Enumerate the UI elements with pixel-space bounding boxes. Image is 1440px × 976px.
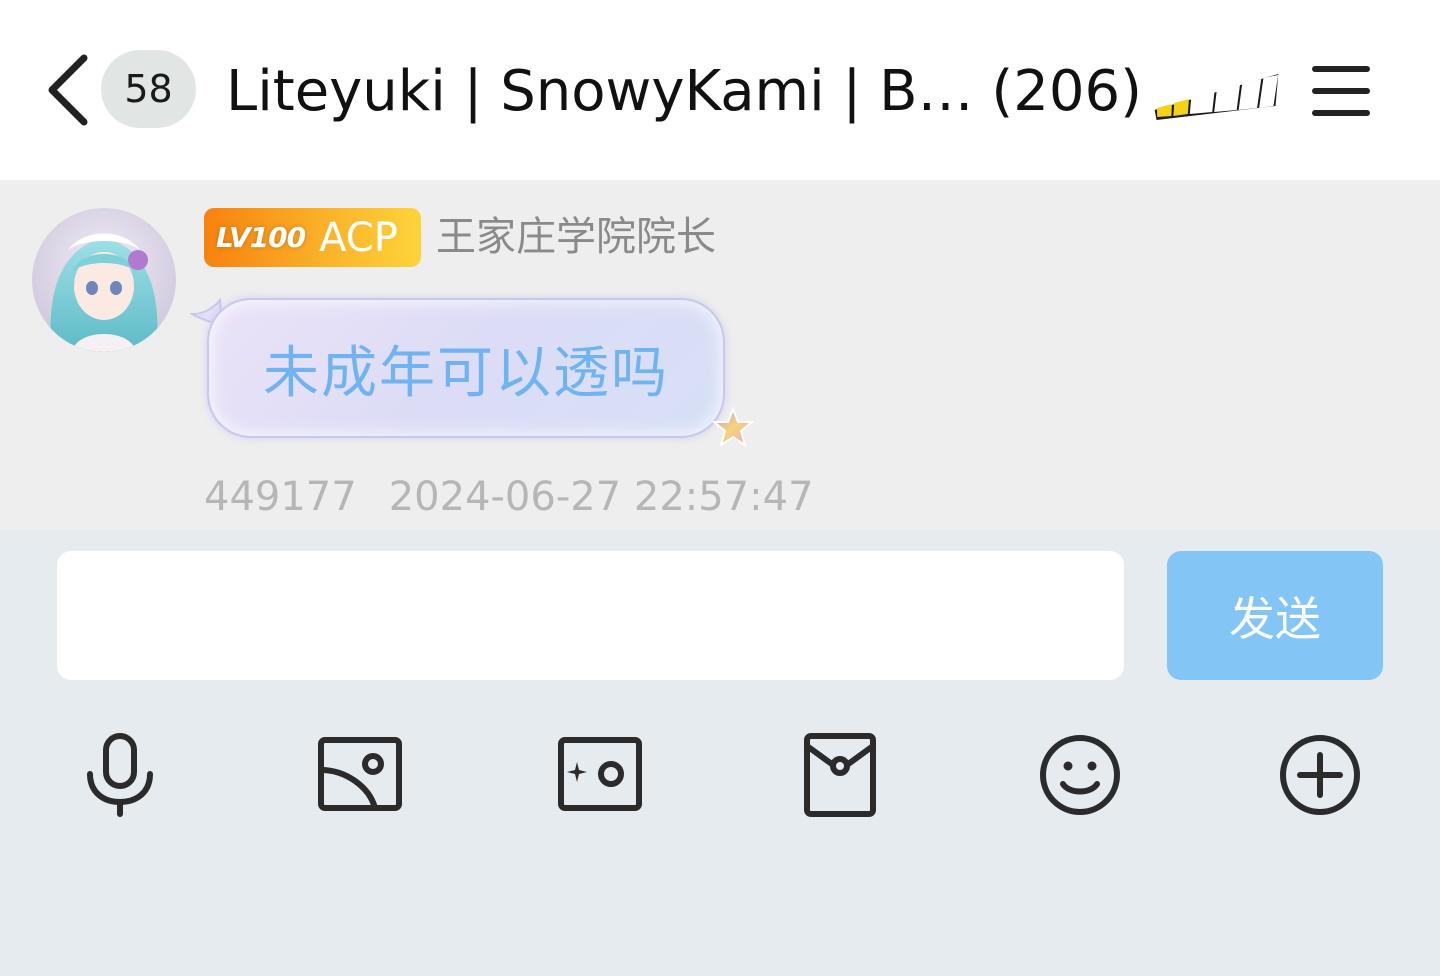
camera-button[interactable] [555, 730, 645, 820]
chat-header: 58 Liteyuki | SnowyKami | B… (206) [0, 0, 1440, 180]
input-bar: 发送 [0, 530, 1440, 976]
level-badge: LV100 ACP [204, 208, 421, 267]
red-packet-icon [804, 733, 876, 817]
message-list: LV100 ACP 王家庄学院院长 未成年可以透吗 449177 2024-06-… [0, 180, 1440, 530]
sender-id: 449177 [204, 474, 357, 520]
image-button[interactable] [315, 730, 405, 820]
send-button[interactable]: 发送 [1167, 551, 1383, 680]
chevron-left-icon [48, 54, 88, 126]
level-label: LV100 [216, 221, 306, 254]
back-button[interactable] [40, 50, 96, 130]
emoji-icon [1040, 735, 1120, 815]
camera-icon [558, 737, 642, 811]
microphone-icon [87, 733, 153, 817]
message-bubble[interactable]: 未成年可以透吗 [207, 298, 725, 438]
add-icon [1280, 735, 1360, 815]
red-packet-button[interactable] [795, 730, 885, 820]
more-button[interactable] [1275, 730, 1365, 820]
hamburger-menu-icon [1312, 66, 1370, 116]
unread-count-badge[interactable]: 58 [101, 50, 196, 128]
menu-button[interactable] [1306, 60, 1376, 122]
role-label: ACP [319, 214, 398, 261]
unread-count: 58 [124, 67, 173, 111]
image-icon [318, 737, 402, 811]
message-meta: 449177 2024-06-27 22:57:47 [204, 474, 814, 520]
hooray-sticker-icon [1152, 66, 1282, 122]
star-sticker-icon [712, 406, 754, 448]
sender-title: 王家庄学院院长 [436, 214, 716, 260]
emoji-button[interactable] [1035, 730, 1125, 820]
message-text: 未成年可以透吗 [263, 340, 669, 406]
message-timestamp: 2024-06-27 22:57:47 [388, 474, 814, 520]
avatar[interactable] [32, 208, 176, 352]
message-input[interactable] [57, 551, 1124, 680]
microphone-button[interactable] [75, 730, 165, 820]
chat-title[interactable]: Liteyuki | SnowyKami | B… (206) [226, 52, 1146, 132]
